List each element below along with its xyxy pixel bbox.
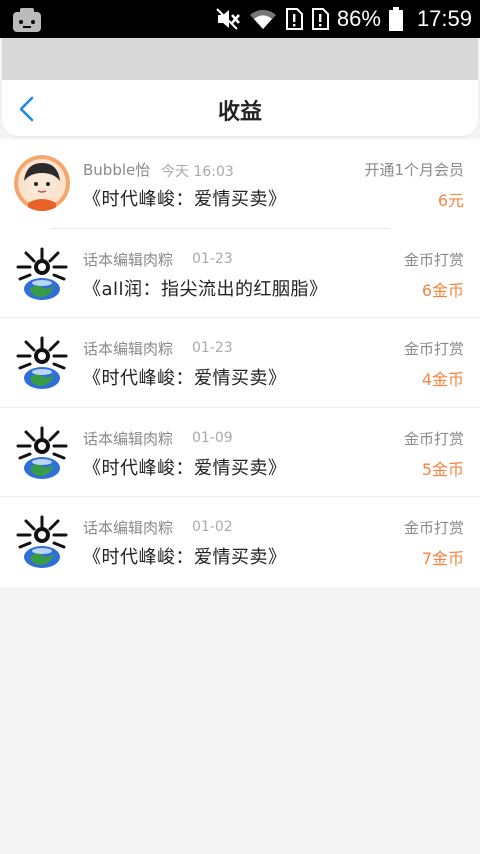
earning-amount: 5金币: [421, 459, 464, 479]
earth-avatar-icon: [14, 334, 70, 390]
earning-amount: 7金币: [421, 549, 464, 568]
record-date: 01-09: [192, 429, 233, 446]
mute-icon: [216, 8, 240, 30]
list-item[interactable]: 话本编辑肉粽 01-02 《时代峰峻：爱情买卖》 金币打赏 7金币: [0, 497, 480, 587]
wifi-icon: [249, 9, 276, 29]
earnings-list: Bubble怡 今天 16:03 《时代峰峻：爱情买卖》 开通1个月会员 6元 …: [0, 139, 480, 587]
app-notification-icon: [13, 8, 41, 32]
book-title: 《时代峰峻：爱情买卖》: [83, 457, 287, 479]
earning-type: 金币打赏: [403, 429, 464, 448]
sender-name: 话本编辑肉粽: [83, 250, 174, 269]
book-title: 《all润：指尖流出的红胭脂》: [83, 278, 328, 300]
status-bar: 86% 17:59: [0, 0, 480, 38]
earning-amount: 4金币: [421, 370, 464, 389]
earth-avatar-icon: [14, 513, 70, 569]
earning-amount: 6金币: [421, 280, 464, 300]
battery-percentage: 86%: [336, 6, 381, 31]
list-item[interactable]: Bubble怡 今天 16:03 《时代峰峻：爱情买卖》 开通1个月会员 6元: [0, 139, 480, 229]
list-item[interactable]: 话本编辑肉粽 01-09 《时代峰峻：爱情买卖》 金币打赏 5金币: [0, 408, 480, 497]
record-date: 01-23: [192, 340, 233, 356]
sender-name: 话本编辑肉粽: [83, 519, 174, 537]
sender-name: 话本编辑肉粽: [83, 429, 174, 448]
earning-amount: 6元: [437, 191, 464, 210]
clock: 17:59: [416, 6, 472, 31]
sim-alert-icon: [285, 8, 303, 30]
sim-alert-icon-2: [311, 8, 329, 30]
battery-icon: [388, 7, 403, 31]
page-title: 收益: [217, 100, 262, 125]
record-date: 01-02: [192, 519, 233, 535]
earning-type: 金币打赏: [403, 340, 464, 358]
record-date: 01-23: [192, 250, 233, 267]
earth-avatar-icon: [14, 423, 70, 480]
book-title: 《时代峰峻：爱情买卖》: [83, 189, 287, 210]
toolbar-background: [2, 38, 478, 80]
cartoon-avatar-icon: [14, 155, 70, 211]
record-date: 今天 16:03: [161, 164, 234, 180]
earth-avatar-icon: [14, 244, 70, 301]
earning-type: 金币打赏: [403, 250, 464, 269]
sender-name: 话本编辑肉粽: [83, 340, 174, 358]
book-title: 《时代峰峻：爱情买卖》: [83, 547, 287, 568]
list-item[interactable]: 话本编辑肉粽 01-23 《all润：指尖流出的红胭脂》 金币打赏 6金币: [0, 229, 480, 318]
earning-type: 开通1个月会员: [364, 161, 464, 179]
sender-name: Bubble怡: [83, 161, 151, 179]
earning-type: 金币打赏: [403, 519, 464, 537]
list-item[interactable]: 话本编辑肉粽 01-23 《时代峰峻：爱情买卖》 金币打赏 4金币: [0, 318, 480, 408]
header: 收益: [2, 80, 478, 136]
book-title: 《时代峰峻：爱情买卖》: [83, 368, 287, 389]
